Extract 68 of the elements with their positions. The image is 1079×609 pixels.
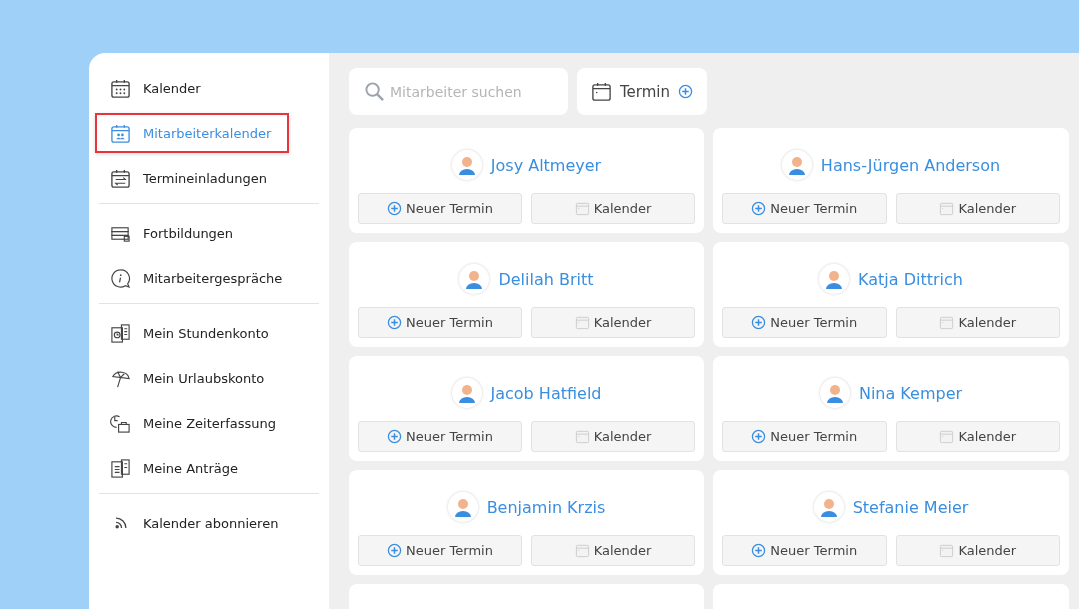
- calendar-icon: [574, 429, 590, 444]
- calendar-icon: [590, 81, 612, 102]
- feed-icon: [114, 517, 127, 529]
- calendar-arrows-icon: [110, 167, 131, 189]
- calendar-icon: [574, 315, 590, 330]
- plus-circle-icon: [751, 543, 767, 558]
- avatar-icon: [813, 492, 844, 522]
- clock-document-icon: [110, 322, 131, 344]
- plus-circle-icon: [751, 201, 767, 216]
- calendar-button[interactable]: Kalender: [531, 193, 695, 224]
- avatar-icon: [819, 264, 850, 294]
- new-appointment-button[interactable]: Neuer Termin: [358, 307, 522, 338]
- sidebar-item[interactable]: Meine Anträge: [95, 448, 289, 488]
- plus-circle-icon: [751, 315, 767, 330]
- calendar-button[interactable]: Kalender: [895, 307, 1060, 338]
- plus-circle-icon: [387, 429, 403, 444]
- new-appointment-button[interactable]: Neuer Termin: [358, 535, 522, 566]
- employee-name[interactable]: Stefanie Meier: [852, 497, 969, 517]
- employee-name[interactable]: Hans-Jürgen Anderson: [820, 155, 1001, 175]
- calendar-icon: [110, 77, 131, 99]
- plus-circle-icon: [387, 315, 403, 330]
- new-appointment-button[interactable]: Neuer Termin: [358, 421, 522, 452]
- calendar-icon: [939, 543, 955, 558]
- documents-icon: [110, 457, 131, 479]
- avatar-icon: [447, 492, 478, 522]
- employee-name[interactable]: Delilah Britt: [498, 269, 594, 289]
- sidebar-item[interactable]: Mein Urlaubskonto: [95, 358, 289, 398]
- plus-circle-icon: [751, 429, 767, 444]
- sidebar-item[interactable]: Mein Stundenkonto: [95, 313, 289, 353]
- calendar-icon: [939, 315, 955, 330]
- sidebar-item[interactable]: Fortbildungen: [95, 213, 289, 253]
- calendar-icon: [574, 201, 590, 216]
- avatar-icon: [451, 150, 482, 180]
- new-appointment-button[interactable]: Neuer Termin: [722, 193, 887, 224]
- calendar-button[interactable]: Kalender: [895, 535, 1060, 566]
- new-appointment-button[interactable]: Neuer Termin: [722, 535, 887, 566]
- clock-briefcase-icon: [110, 412, 131, 434]
- info-bubble-icon: [110, 267, 131, 289]
- search-field[interactable]: Mitarbeiter suchen: [349, 68, 568, 115]
- employee-name[interactable]: Jacob Hatfield: [490, 383, 602, 403]
- sidebar-item[interactable]: Kalender abonnieren: [95, 503, 289, 543]
- employee-name[interactable]: Josy Altmeyer: [490, 155, 602, 175]
- avatar-icon: [459, 264, 490, 294]
- calendar-icon: [939, 201, 955, 216]
- calendar-button[interactable]: Kalender: [531, 307, 695, 338]
- sidebar-item[interactable]: Kalender: [95, 68, 289, 108]
- calendar-button[interactable]: Kalender: [895, 421, 1060, 452]
- calendar-button[interactable]: Kalender: [531, 535, 695, 566]
- calendar-icon: [939, 429, 955, 444]
- new-appointment-button[interactable]: Neuer Termin: [722, 307, 887, 338]
- employee-name[interactable]: Katja Dittrich: [858, 269, 963, 289]
- avatar-icon: [781, 150, 812, 180]
- sidebar-item[interactable]: Mitarbeiterkalender: [95, 113, 289, 153]
- sidebar-item[interactable]: Termineinladungen: [95, 158, 289, 198]
- calendar-button[interactable]: Kalender: [531, 421, 695, 452]
- calendar-people-icon: [110, 122, 131, 144]
- avatar-icon: [451, 378, 482, 408]
- new-appointment-button[interactable]: Termin: [577, 68, 707, 115]
- new-appointment-button[interactable]: Neuer Termin: [358, 193, 522, 224]
- plus-circle-icon: [678, 84, 693, 99]
- new-appointment-button[interactable]: Neuer Termin: [722, 421, 887, 452]
- avatar-icon: [819, 378, 850, 408]
- calendar-button[interactable]: Kalender: [895, 193, 1060, 224]
- plus-circle-icon: [387, 543, 403, 558]
- sidebar-item[interactable]: Mitarbeitergespräche: [95, 258, 289, 298]
- plus-circle-icon: [387, 201, 403, 216]
- sidebar-item[interactable]: Meine Zeiterfassung: [95, 403, 289, 443]
- calendar-icon: [574, 543, 590, 558]
